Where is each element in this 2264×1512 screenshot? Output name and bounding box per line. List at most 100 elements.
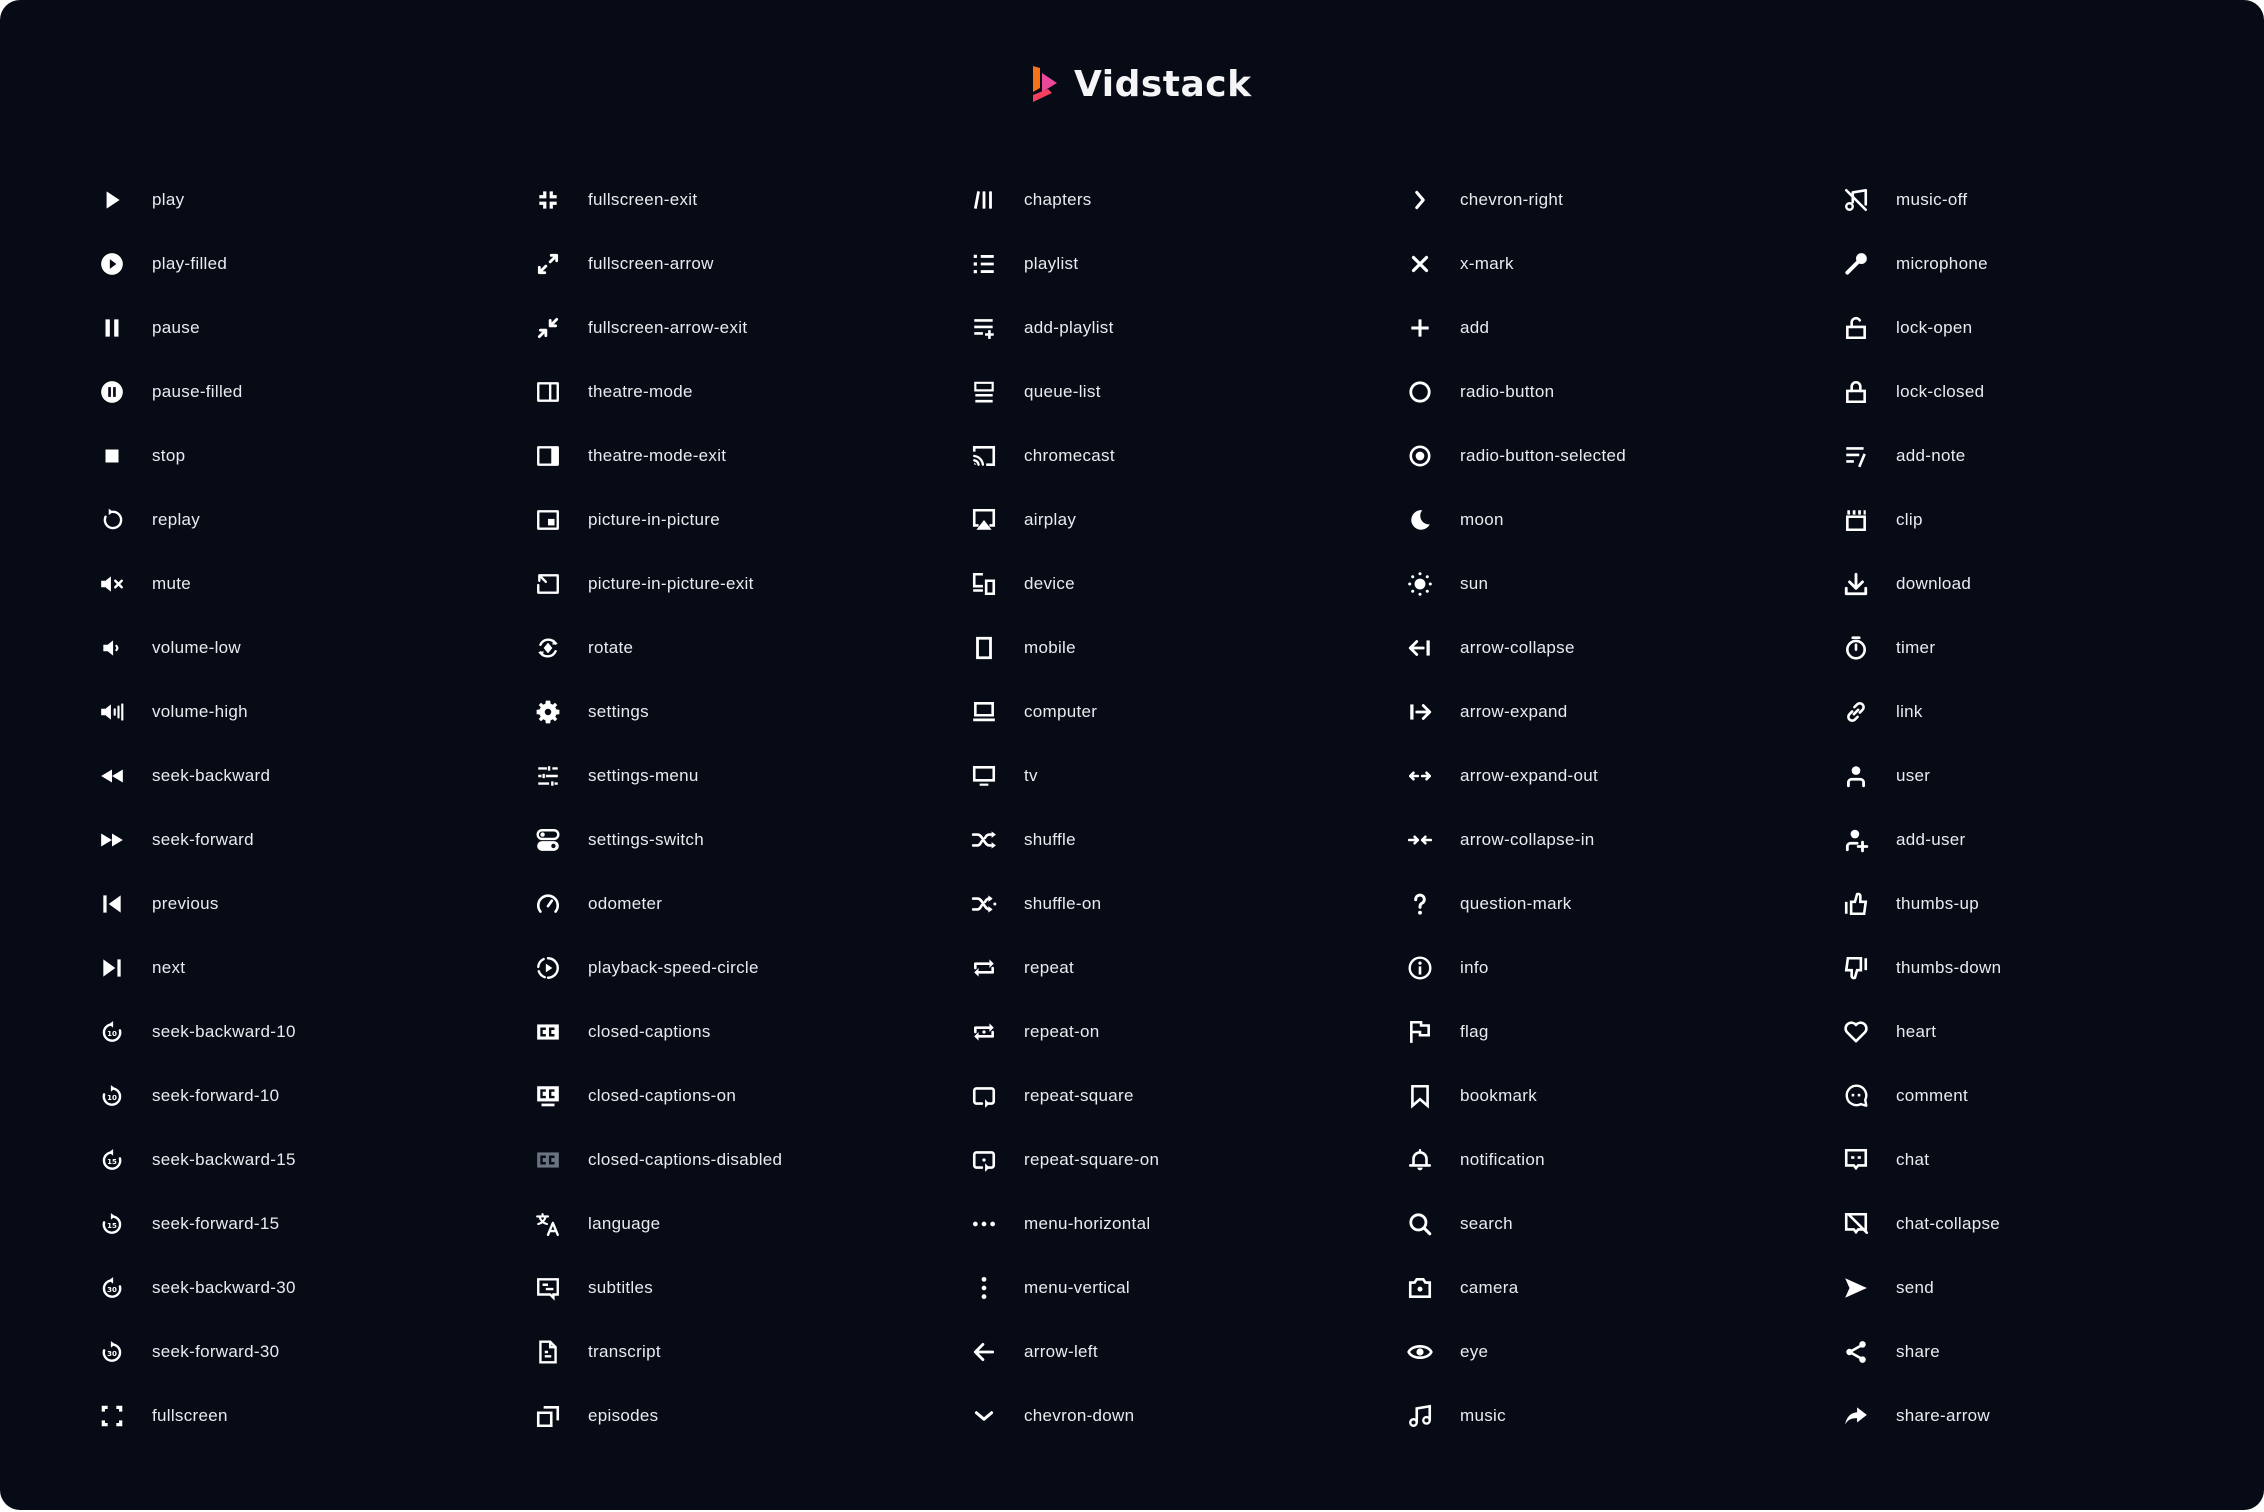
icon-list-item: arrow-expand: [1374, 680, 1810, 744]
closed-captions-disabled-icon: [532, 1144, 564, 1176]
icon-list-item: settings-menu: [502, 744, 938, 808]
icon-list-item: theatre-mode-exit: [502, 424, 938, 488]
icon-label: pause-filled: [152, 382, 243, 401]
chevron-down-icon: [968, 1400, 1000, 1432]
icon-list-item: search: [1374, 1192, 1810, 1256]
icon-list-item: settings: [502, 680, 938, 744]
svg-text:15: 15: [107, 1221, 117, 1230]
arrow-expand-out-icon: [1404, 760, 1436, 792]
icon-label: computer: [1024, 702, 1098, 721]
svg-text:30: 30: [107, 1285, 117, 1294]
icon-list-item: comment: [1810, 1064, 2246, 1128]
icon-gallery-card: Vidstack play play-filled pause pause-fille…: [0, 0, 2264, 1510]
icon-label: stop: [152, 446, 186, 465]
lock-open-icon: [1840, 312, 1872, 344]
svg-text:15: 15: [107, 1157, 117, 1166]
flag-icon: [1404, 1016, 1436, 1048]
icon-label: bookmark: [1460, 1086, 1538, 1105]
icon-label: theatre-mode-exit: [588, 446, 727, 465]
icon-list-item: shuffle: [938, 808, 1374, 872]
pause-filled-icon: [96, 376, 128, 408]
arrow-expand-icon: [1404, 696, 1436, 728]
icon-label: thumbs-up: [1896, 894, 1980, 913]
theatre-mode-icon: [532, 376, 564, 408]
icon-label: previous: [152, 894, 219, 913]
icon-label: search: [1460, 1214, 1513, 1233]
icon-label: chevron-right: [1460, 190, 1564, 209]
add-playlist-icon: [968, 312, 1000, 344]
icon-label: mute: [152, 574, 191, 593]
icon-label: share: [1896, 1342, 1941, 1361]
previous-icon: [96, 888, 128, 920]
icon-list-item: info: [1374, 936, 1810, 1000]
brand-header: Vidstack: [1030, 62, 1252, 106]
icon-list-item: timer: [1810, 616, 2246, 680]
menu-vertical-icon: [968, 1272, 1000, 1304]
repeat-square-on-icon: [968, 1144, 1000, 1176]
icon-label: seek-backward: [152, 766, 271, 785]
icon-label: add: [1460, 318, 1490, 337]
icon-label: volume-low: [152, 638, 241, 657]
radio-button-selected-icon: [1404, 440, 1436, 472]
icon-label: notification: [1460, 1150, 1545, 1169]
icon-label: fullscreen-arrow: [588, 254, 714, 273]
icon-label: arrow-collapse: [1460, 638, 1575, 657]
icon-list-item: volume-high: [66, 680, 502, 744]
icon-list-item: mute: [66, 552, 502, 616]
pause-icon: [96, 312, 128, 344]
episodes-icon: [532, 1400, 564, 1432]
icon-list-item: chapters: [938, 168, 1374, 232]
icon-label: play-filled: [152, 254, 228, 273]
icon-list-item: chevron-right: [1374, 168, 1810, 232]
icon-list-item: queue-list: [938, 360, 1374, 424]
shuffle-on-icon: [968, 888, 1000, 920]
icon-label: microphone: [1896, 254, 1988, 273]
icon-label: info: [1460, 958, 1489, 977]
icon-list-item: arrow-collapse-in: [1374, 808, 1810, 872]
icon-label: heart: [1896, 1022, 1937, 1041]
icon-label: playlist: [1024, 254, 1079, 273]
icon-list-item: stop: [66, 424, 502, 488]
icon-list-item: tv: [938, 744, 1374, 808]
icon-list-item: radio-button: [1374, 360, 1810, 424]
chapters-icon: [968, 184, 1000, 216]
icon-list-item: add: [1374, 296, 1810, 360]
mobile-icon: [968, 632, 1000, 664]
seek-backward-30-icon: 30: [96, 1272, 128, 1304]
arrow-collapse-icon: [1404, 632, 1436, 664]
fullscreen-arrow-exit-icon: [532, 312, 564, 344]
icon-label: radio-button: [1460, 382, 1555, 401]
fullscreen-arrow-icon: [532, 248, 564, 280]
chromecast-icon: [968, 440, 1000, 472]
icon-label: settings-menu: [588, 766, 699, 785]
icon-label: add-note: [1896, 446, 1966, 465]
icon-label: seek-forward-10: [152, 1086, 280, 1105]
sun-icon: [1404, 568, 1436, 600]
icon-label: share-arrow: [1896, 1406, 1990, 1425]
icon-list-item: 30 seek-backward-30: [66, 1256, 502, 1320]
icon-label: repeat-square: [1024, 1086, 1134, 1105]
vidstack-logo-icon: [1033, 66, 1057, 102]
thumbs-up-icon: [1840, 888, 1872, 920]
playback-speed-circle-icon: [532, 952, 564, 984]
settings-icon: [532, 696, 564, 728]
icon-list-item: sun: [1374, 552, 1810, 616]
closed-captions-icon: [532, 1016, 564, 1048]
icon-list-item: settings-switch: [502, 808, 938, 872]
icon-label: closed-captions-on: [588, 1086, 737, 1105]
icon-list-item: eye: [1374, 1320, 1810, 1384]
icon-list-item: question-mark: [1374, 872, 1810, 936]
icon-list-item: camera: [1374, 1256, 1810, 1320]
icon-list-item: play: [66, 168, 502, 232]
icon-list-item: bookmark: [1374, 1064, 1810, 1128]
icon-list-item: add-playlist: [938, 296, 1374, 360]
icon-label: x-mark: [1460, 254, 1514, 273]
icon-label: repeat-square-on: [1024, 1150, 1160, 1169]
icon-list-item: lock-open: [1810, 296, 2246, 360]
icon-column: play play-filled pause pause-filled stop repl…: [66, 168, 502, 1448]
chevron-right-icon: [1404, 184, 1436, 216]
icon-list-item: 15 seek-forward-15: [66, 1192, 502, 1256]
subtitles-icon: [532, 1272, 564, 1304]
icon-list-item: play-filled: [66, 232, 502, 296]
fullscreen-exit-icon: [532, 184, 564, 216]
